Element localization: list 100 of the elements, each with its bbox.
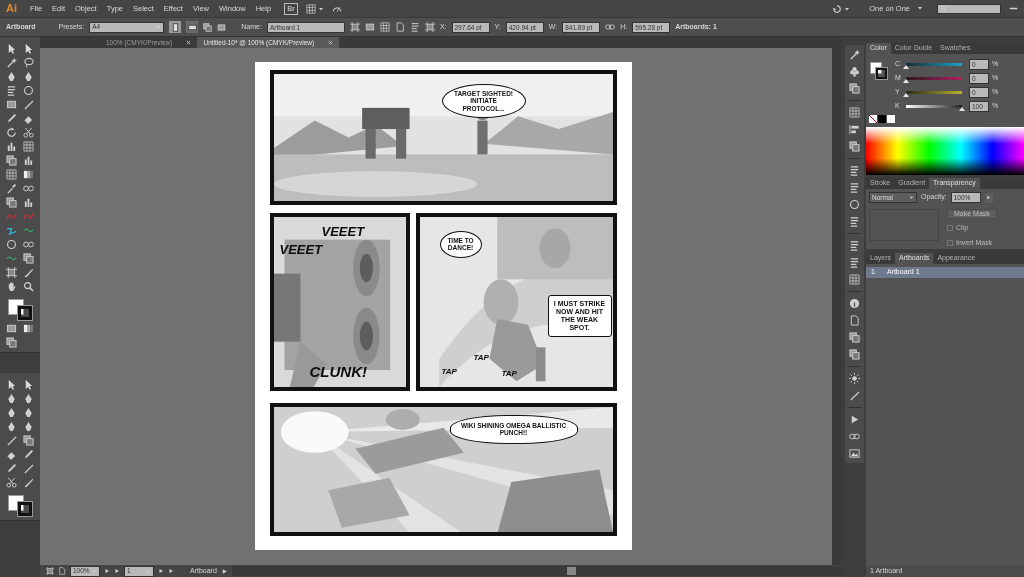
knife-icon[interactable] (23, 477, 34, 488)
pencil-icon[interactable] (6, 463, 17, 474)
gradient-icon[interactable] (23, 323, 34, 334)
pen-icon[interactable] (6, 407, 17, 418)
caret-icon[interactable] (317, 5, 324, 12)
grid-icon[interactable] (6, 169, 17, 180)
play-icon[interactable] (220, 567, 228, 575)
grid-icon[interactable] (849, 274, 860, 285)
rectangle-icon[interactable] (6, 323, 17, 334)
pen-icon[interactable] (6, 421, 17, 432)
opacity-menu-button[interactable] (984, 192, 993, 203)
close-icon[interactable] (186, 40, 192, 45)
color-spectrum[interactable] (866, 127, 1024, 175)
text-lines-icon[interactable] (849, 182, 860, 193)
wand-icon[interactable] (6, 57, 17, 68)
brush-icon[interactable] (849, 390, 860, 401)
stroke-swatch[interactable] (18, 306, 32, 320)
grid-icon[interactable] (305, 3, 316, 14)
color-swatch[interactable] (878, 115, 886, 123)
pen-icon[interactable] (6, 71, 17, 82)
stack-icon[interactable] (6, 155, 17, 166)
stack-icon[interactable] (203, 22, 213, 32)
grid-icon[interactable] (379, 22, 390, 32)
document-icon[interactable] (394, 22, 405, 32)
slider-track[interactable] (906, 90, 962, 94)
eraser-icon[interactable] (23, 113, 34, 124)
info-icon[interactable] (849, 298, 860, 309)
bar-chart-icon[interactable] (23, 155, 34, 166)
pen-icon[interactable] (6, 393, 17, 404)
ellipse-icon[interactable] (6, 239, 17, 250)
stack-icon[interactable] (849, 83, 860, 94)
search-field[interactable] (937, 3, 1001, 14)
hand-icon[interactable] (6, 281, 17, 292)
arrow-icon[interactable] (6, 43, 17, 54)
sun-icon[interactable] (849, 373, 860, 384)
pen-icon[interactable] (23, 71, 34, 82)
link-icon[interactable] (605, 22, 616, 32)
document-icon[interactable] (58, 567, 66, 575)
text-lines-icon[interactable] (409, 22, 420, 32)
brush-icon[interactable] (23, 463, 34, 474)
slider-thumb[interactable] (903, 78, 909, 83)
link-icon[interactable] (849, 431, 860, 442)
arrow-icon[interactable] (23, 43, 34, 54)
slider-thumb[interactable] (959, 106, 965, 111)
vertical-scrollbar[interactable] (832, 48, 842, 565)
stack-icon[interactable] (849, 349, 860, 360)
eyedropper-icon[interactable] (6, 183, 17, 194)
grid-icon[interactable] (23, 141, 34, 152)
rectangle-icon[interactable] (6, 99, 17, 110)
artboard-icon[interactable] (6, 267, 17, 278)
horizontal-scrollbar[interactable] (231, 566, 842, 576)
bar-chart-icon[interactable] (6, 141, 17, 152)
stack-icon[interactable] (849, 141, 860, 152)
stroke-swatch[interactable] (876, 68, 887, 79)
document-icon[interactable] (849, 315, 860, 326)
align-icon[interactable] (849, 124, 860, 135)
zigzag-icon[interactable] (6, 225, 17, 236)
brush-icon[interactable] (6, 435, 17, 446)
caret-icon[interactable] (909, 195, 914, 200)
rotate-icon[interactable] (6, 127, 17, 138)
knife-icon[interactable] (23, 267, 34, 278)
slider-track[interactable] (906, 62, 962, 66)
portrait-button[interactable] (169, 21, 182, 33)
eraser-icon[interactable] (6, 449, 17, 460)
grid-icon[interactable] (849, 107, 860, 118)
ellipse-icon[interactable] (23, 85, 34, 96)
artboard-icon[interactable] (349, 22, 360, 32)
caret-icon[interactable] (917, 5, 923, 12)
bar-chart-icon[interactable] (23, 197, 34, 208)
slider-track[interactable] (906, 76, 962, 80)
slider-thumb[interactable] (903, 64, 909, 69)
pen-icon[interactable] (23, 393, 34, 404)
pencil-icon[interactable] (23, 449, 34, 460)
pencil-icon[interactable] (6, 113, 17, 124)
lasso-icon[interactable] (23, 57, 34, 68)
stack-icon[interactable] (23, 253, 34, 264)
stack-icon[interactable] (6, 337, 17, 348)
ellipse-icon[interactable] (849, 199, 860, 210)
caret-icon[interactable] (844, 5, 851, 12)
glasses-icon[interactable] (23, 239, 34, 250)
stroke-swatch[interactable] (18, 502, 32, 516)
slider-thumb[interactable] (903, 92, 909, 97)
gradient-icon[interactable] (23, 169, 34, 180)
rectangle-icon[interactable] (364, 22, 375, 32)
text-lines-icon[interactable] (849, 216, 860, 227)
image-icon[interactable] (849, 448, 860, 459)
artboard-icon[interactable] (424, 22, 435, 32)
scissors-icon[interactable] (6, 477, 17, 488)
pen-icon[interactable] (23, 407, 34, 418)
none-swatch[interactable] (869, 115, 877, 123)
arrow-icon[interactable] (23, 379, 34, 390)
stack-icon[interactable] (23, 435, 34, 446)
sync-icon[interactable] (832, 3, 843, 14)
text-lines-icon[interactable] (849, 257, 860, 268)
arrow-icon[interactable] (6, 379, 17, 390)
stack-icon[interactable] (6, 197, 17, 208)
close-icon[interactable] (328, 40, 334, 45)
slider-track[interactable] (906, 104, 962, 108)
brush-icon[interactable] (23, 99, 34, 110)
scroll-thumb[interactable] (567, 567, 577, 575)
